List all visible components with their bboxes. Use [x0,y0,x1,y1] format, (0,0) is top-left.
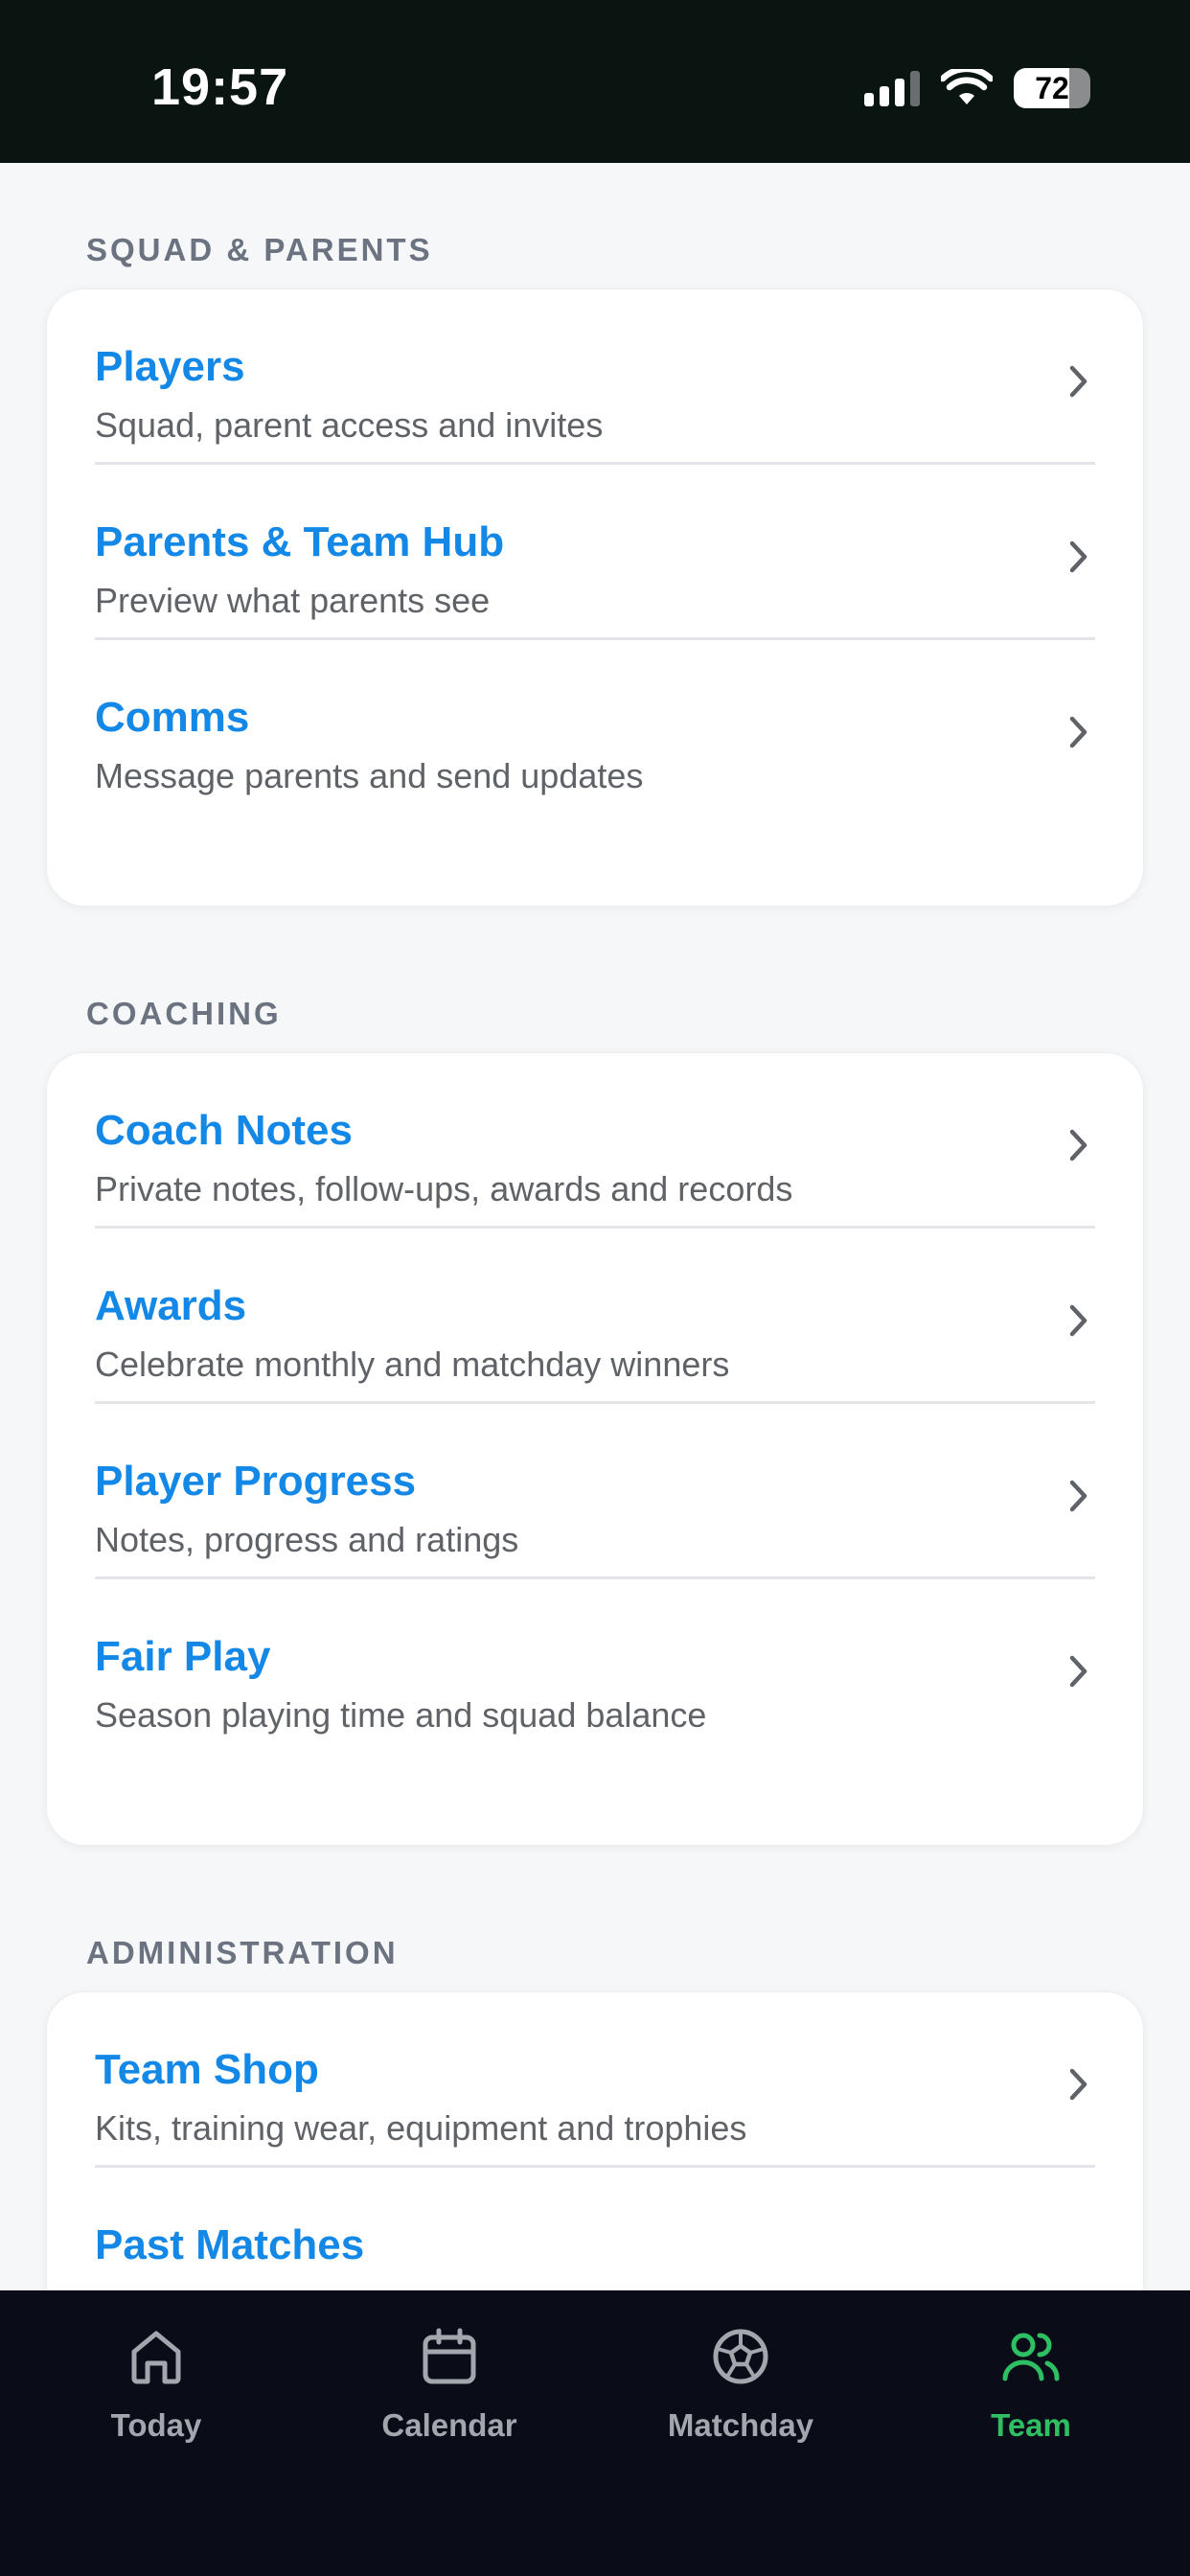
card-bottom-padding [95,1755,1095,1845]
status-bar: 19:57 72 [0,0,1190,163]
tab-matchday[interactable]: Matchday [616,2325,865,2459]
row-title: Team Shop [95,2046,319,2093]
menu-row-coach-notes[interactable]: Coach Notes Private notes, follow-ups, a… [95,1053,1095,1229]
home-icon [131,2331,181,2384]
row-title: Parents & Team Hub [95,518,505,565]
row-subtitle: Notes, progress and ratings [95,1520,519,1559]
battery-icon: 72 [1014,68,1090,108]
menu-row-fair-play[interactable]: Fair Play Season playing time and squad … [95,1579,1095,1755]
tab-label: Matchday [667,2407,814,2443]
chevron-right-icon [1069,1304,1087,1337]
menu-row-parents-team-hub[interactable]: Parents & Team Hub Preview what parents … [95,465,1095,640]
row-title: Comms [95,694,250,741]
row-title: Players [95,343,245,390]
menu-row-team-shop[interactable]: Team Shop Kits, training wear, equipment… [95,1992,1095,2168]
chevron-right-icon [1069,716,1087,748]
tab-team[interactable]: Team [906,2325,1156,2459]
tab-calendar[interactable]: Calendar [325,2325,574,2459]
tab-label: Team [991,2407,1071,2443]
row-subtitle: Preview what parents see [95,581,491,620]
menu-row-players[interactable]: Players Squad, parent access and invites [95,289,1095,465]
chevron-right-icon [1069,2068,1087,2101]
row-subtitle: Message parents and send updates [95,756,644,795]
row-title: Fair Play [95,1633,271,1680]
row-subtitle: Celebrate monthly and matchday winners [95,1345,730,1384]
row-title: Player Progress [95,1458,417,1505]
row-subtitle: Kits, training wear, equipment and troph… [95,2108,747,2148]
chevron-right-icon [1069,1480,1087,1512]
menu-row-player-progress[interactable]: Player Progress Notes, progress and rati… [95,1404,1095,1579]
row-title: Past Matches [95,2221,365,2268]
section-title-coaching: COACHING [86,996,282,1031]
cellular-signal-icon [864,70,920,106]
status-time: 19:57 [151,58,289,116]
calendar-icon [423,2328,476,2384]
row-subtitle: Private notes, follow-ups, awards and re… [95,1169,793,1208]
tab-label: Calendar [381,2407,517,2443]
tab-today[interactable]: Today [32,2325,281,2459]
menu-row-awards[interactable]: Awards Celebrate monthly and matchday wi… [95,1229,1095,1404]
battery-percentage: 72 [1035,70,1069,105]
chevron-right-icon [1069,540,1087,573]
screen: 19:57 72 SQUAD & PARENTS Players Squad, … [0,0,1190,2576]
team-menu-content[interactable]: SQUAD & PARENTS Players Squad, parent ac… [0,163,1190,2290]
chevron-right-icon [1069,1129,1087,1162]
menu-row-comms[interactable]: Comms Message parents and send updates [95,640,1095,816]
chevron-right-icon [1069,365,1087,398]
row-title: Awards [95,1282,247,1329]
section-title-squad-parents: SQUAD & PARENTS [86,232,433,267]
row-subtitle: Squad, parent access and invites [95,405,604,445]
wifi-icon [941,69,993,107]
tab-label: Today [110,2407,202,2443]
card-bottom-padding [95,816,1095,906]
status-icons: 72 [864,65,1090,111]
chevron-right-icon [1069,1655,1087,1688]
section-title-administration: ADMINISTRATION [86,1935,399,1970]
card-coaching: Coach Notes Private notes, follow-ups, a… [46,1052,1144,1846]
team-icon [1002,2333,1060,2381]
soccer-ball-icon [713,2329,768,2384]
bottom-tab-bar: Today Calendar Matchday Team [0,2290,1190,2576]
menu-row-past-matches[interactable]: Past Matches [95,2168,1095,2290]
card-administration: Team Shop Kits, training wear, equipment… [46,1991,1144,2290]
row-subtitle: Season playing time and squad balance [95,1695,707,1735]
row-title: Coach Notes [95,1107,353,1154]
card-squad-parents: Players Squad, parent access and invites… [46,288,1144,907]
